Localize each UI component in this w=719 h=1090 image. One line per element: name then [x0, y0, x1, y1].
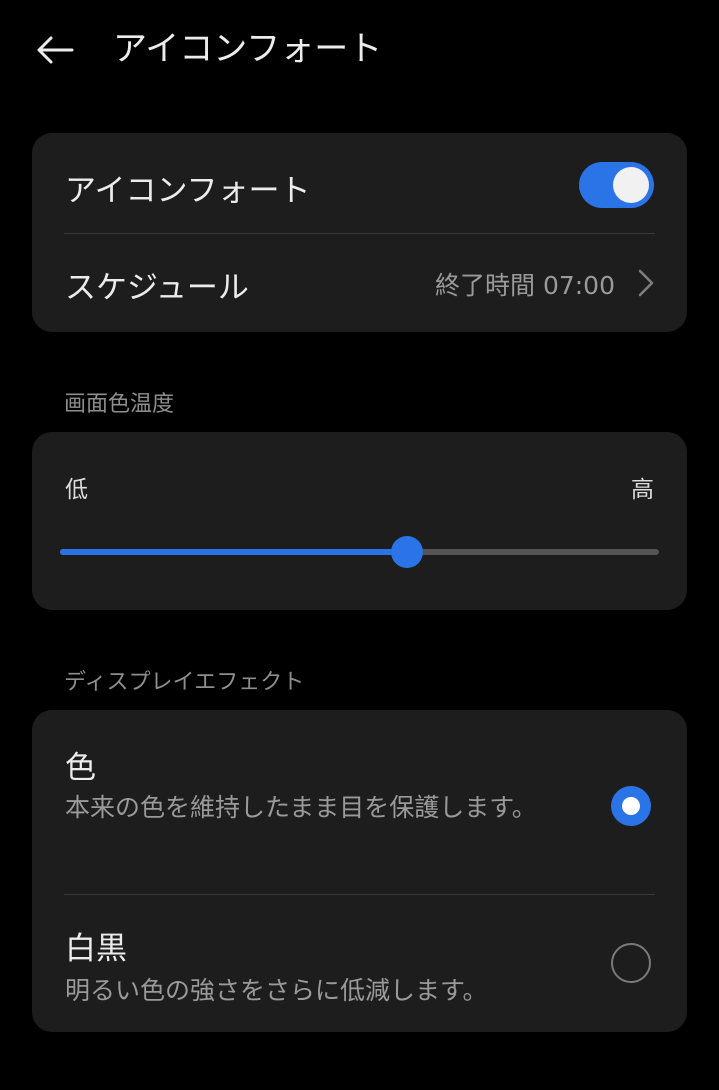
comfort-toggle-row[interactable]: アイコンフォート — [32, 133, 687, 233]
comfort-toggle-switch[interactable] — [579, 162, 654, 208]
effect-option-color[interactable]: 色 本来の色を維持したまま目を保護します。 — [32, 710, 687, 894]
display-effect-card: 色 本来の色を維持したまま目を保護します。 白黒 明るい色の強さをさらに低減しま… — [32, 710, 687, 1032]
schedule-value: 終了時間 07:00 — [435, 271, 615, 300]
option-description: 本来の色を維持したまま目を保護します。 — [65, 793, 537, 822]
radio-button-unselected[interactable] — [611, 943, 651, 983]
comfort-toggle-label: アイコンフォート — [65, 173, 311, 209]
effect-option-monochrome[interactable]: 白黒 明るい色の強さをさらに低減します。 — [32, 895, 687, 1032]
back-button[interactable] — [30, 28, 78, 72]
chevron-right-icon — [638, 269, 654, 297]
radio-dot — [622, 797, 640, 815]
slider-fill — [60, 549, 408, 555]
slider-high-label: 高 — [631, 477, 654, 503]
toggle-knob — [613, 167, 649, 203]
schedule-label: スケジュール — [65, 270, 249, 306]
display-effect-section-title: ディスプレイエフェクト — [64, 670, 305, 695]
color-temp-card: 低 高 — [32, 432, 687, 610]
comfort-settings-card: アイコンフォート スケジュール 終了時間 07:00 — [32, 133, 687, 332]
option-title: 色 — [65, 750, 96, 786]
arrow-left-icon — [37, 36, 74, 64]
color-temp-slider[interactable] — [60, 536, 659, 568]
slider-low-label: 低 — [65, 477, 88, 503]
option-description: 明るい色の強さをさらに低減します。 — [65, 976, 488, 1005]
header-bar: アイコンフォート — [0, 0, 719, 100]
option-title: 白黒 — [65, 931, 127, 967]
color-temp-section-title: 画面色温度 — [64, 392, 175, 417]
slider-thumb[interactable] — [391, 536, 424, 568]
radio-button-selected[interactable] — [611, 786, 651, 826]
page-title: アイコンフォート — [113, 29, 383, 69]
